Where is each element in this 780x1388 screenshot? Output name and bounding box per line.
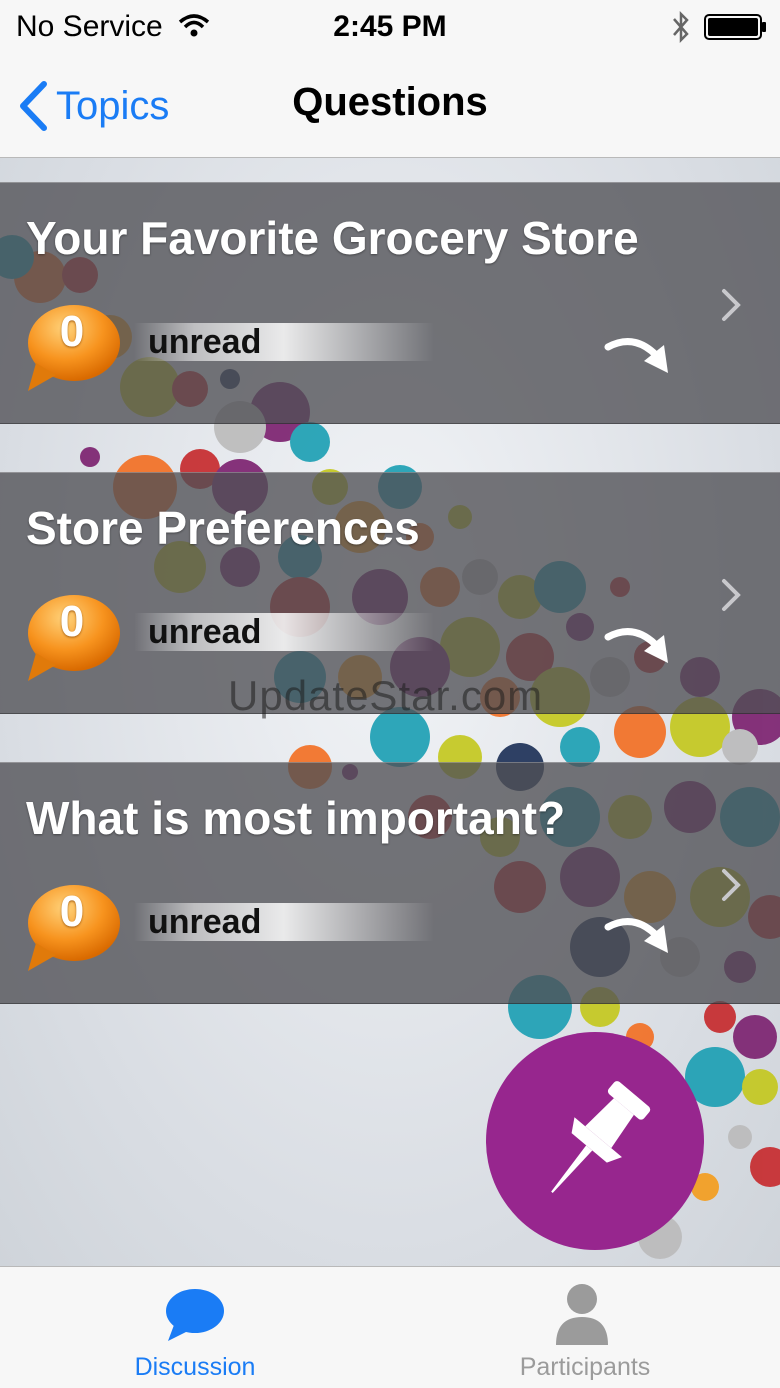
disclosure-chevron-icon <box>722 289 741 321</box>
pushpin-icon <box>551 1081 651 1193</box>
clock-label: 2:45 PM <box>333 10 447 43</box>
question-row-0[interactable]: Your Favorite Grocery Store 0 unread <box>0 182 780 424</box>
tab-discussion[interactable]: Discussion <box>0 1267 390 1388</box>
unread-label: unread <box>148 613 262 651</box>
pin-button[interactable] <box>486 1032 704 1250</box>
page-title: Questions <box>292 80 488 124</box>
watermark: UpdateStar.com <box>228 672 544 719</box>
disclosure-chevron-icon <box>722 579 741 611</box>
unread-label: unread <box>148 323 262 361</box>
question-title: What is most important? <box>26 792 566 844</box>
tab-participants[interactable]: Participants <box>390 1267 780 1388</box>
curved-arrow-icon <box>604 918 668 953</box>
tab-label: Discussion <box>134 1353 256 1381</box>
battery-icon <box>704 14 766 40</box>
question-title: Store Preferences <box>26 502 420 554</box>
disclosure-chevron-icon <box>722 869 741 901</box>
curved-arrow-icon <box>604 628 668 663</box>
status-bar: No Service 2:45 PM <box>0 0 780 54</box>
unread-count: 0 <box>59 597 85 646</box>
navigation-bar: Topics Questions <box>0 54 780 158</box>
question-title: Your Favorite Grocery Store <box>26 212 639 264</box>
bluetooth-icon <box>673 10 689 44</box>
unread-count: 0 <box>59 887 85 936</box>
question-row-2[interactable]: What is most important? 0 unread <box>0 762 780 1004</box>
chat-bubble-icon <box>166 1289 224 1341</box>
person-icon <box>556 1284 608 1345</box>
unread-count: 0 <box>59 307 85 356</box>
curved-arrow-icon <box>604 338 668 373</box>
tab-bar: Discussion Participants <box>0 1266 780 1388</box>
unread-label: unread <box>148 903 262 941</box>
tab-label: Participants <box>519 1353 651 1381</box>
